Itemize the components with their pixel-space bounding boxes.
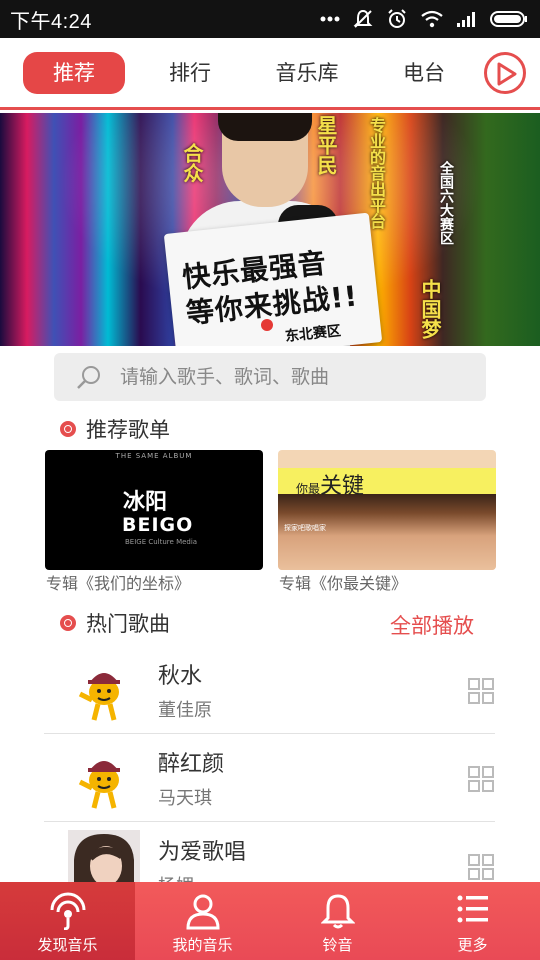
- tab-ranking[interactable]: 排行: [150, 52, 230, 94]
- bottom-nav-label: 发现音乐: [37, 936, 98, 954]
- banner-sign-sub: 东北赛区: [284, 323, 342, 345]
- bottom-nav-label: 铃音: [322, 936, 353, 954]
- banner-side-text: 全国六大赛区: [438, 161, 454, 245]
- status-bar: 下午4:24: [0, 0, 540, 38]
- playlist-caption[interactable]: 专辑《你最关键》: [279, 570, 407, 594]
- song-title: 秋水: [158, 664, 203, 689]
- bottom-nav-label: 更多: [457, 936, 488, 954]
- playlist-cover[interactable]: THE SAME ALBUM 冰阳 BEIGO BEIGE Culture Me…: [45, 450, 263, 570]
- tab-radio[interactable]: 电台: [384, 52, 464, 94]
- song-thumbnail: [68, 744, 140, 816]
- tab-music-library[interactable]: 音乐库: [262, 52, 352, 94]
- section-dot-icon: [60, 421, 76, 437]
- now-playing-button[interactable]: [484, 52, 526, 94]
- search-input[interactable]: 请输入歌手、歌词、歌曲: [120, 353, 329, 401]
- alarm-icon: [388, 9, 406, 28]
- bottom-nav-my-music[interactable]: 我的音乐: [135, 882, 270, 960]
- search-bar[interactable]: 请输入歌手、歌词、歌曲: [54, 353, 486, 401]
- bottom-nav-label: 我的音乐: [172, 936, 233, 954]
- song-thumbnail: [68, 656, 140, 728]
- top-tab-bar: 推荐 排行 音乐库 电台: [0, 38, 540, 110]
- bell-icon: [320, 894, 355, 929]
- play-all-button[interactable]: 全部播放: [390, 610, 474, 640]
- section-dot-icon: [60, 615, 76, 631]
- bottom-nav-discover[interactable]: 发现音乐: [0, 882, 135, 960]
- recommended-playlists-heading: 推荐歌单: [60, 414, 170, 444]
- list-icon: [457, 895, 488, 923]
- section-title: 热门歌曲: [86, 612, 170, 636]
- song-title: 为爱歌唱: [158, 840, 247, 865]
- status-time: 下午4:24: [10, 10, 92, 33]
- banner-sign-text: 快乐最强音 等你来挑战!!: [180, 246, 360, 331]
- banner-sign: 快乐最强音 等你来挑战!! 东北赛区: [163, 212, 383, 346]
- bottom-nav-ringtone[interactable]: 铃音: [270, 882, 405, 960]
- play-icon: [497, 62, 517, 86]
- banner-side-text: 专业的音出平台: [367, 117, 386, 229]
- song-row[interactable]: 醉红颜 马天琪: [44, 734, 495, 822]
- hot-songs-heading: 热门歌曲: [60, 608, 170, 638]
- battery-icon: [490, 11, 527, 27]
- promo-banner[interactable]: 合众 星平民 专业的音出平台 全国六大赛区 中国梦 快乐最强音 等你来挑战!! …: [0, 113, 540, 346]
- discover-music-icon: [50, 892, 85, 930]
- playlist-caption[interactable]: 专辑《我们的坐标》: [46, 570, 190, 594]
- search-icon: [77, 366, 100, 389]
- grid-menu-icon[interactable]: [468, 678, 494, 704]
- bottom-nav: 发现音乐 我的音乐 铃音 更多: [0, 882, 540, 960]
- playlist-cover[interactable]: 你最关键 探家吧歌唱家: [278, 450, 496, 570]
- signal-icon: [457, 12, 475, 27]
- song-artist: 马天琪: [158, 788, 212, 809]
- bottom-nav-more[interactable]: 更多: [405, 882, 540, 960]
- grid-menu-icon[interactable]: [468, 766, 494, 792]
- song-title: 醉红颜: [158, 752, 225, 777]
- song-artist: 董佳原: [158, 700, 212, 721]
- grid-menu-icon[interactable]: [468, 854, 494, 880]
- banner-page-indicator: [261, 319, 273, 331]
- tab-recommend[interactable]: 推荐: [23, 52, 125, 94]
- user-icon: [185, 894, 220, 930]
- song-row[interactable]: 秋水 董佳原: [44, 646, 495, 734]
- silent-icon: [353, 9, 373, 28]
- notification-dots-icon: [320, 16, 340, 22]
- section-title: 推荐歌单: [86, 418, 170, 442]
- wifi-icon: [421, 10, 443, 28]
- status-icons: [320, 8, 528, 30]
- banner-side-text: 中国梦: [418, 279, 442, 339]
